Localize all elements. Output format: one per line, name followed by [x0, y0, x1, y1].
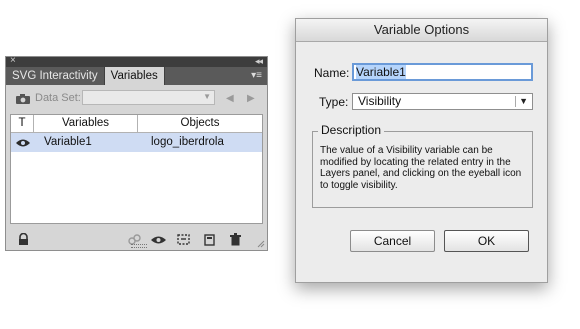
next-dataset-icon[interactable]: ▶ [247, 93, 255, 104]
resize-handle-icon[interactable] [257, 240, 265, 248]
name-input[interactable]: Variable1 [352, 63, 533, 81]
capture-dataset-icon[interactable] [176, 233, 191, 246]
lock-icon[interactable] [16, 233, 31, 246]
description-legend: Description [318, 123, 385, 137]
table-header: T Variables Objects [11, 115, 262, 133]
description-group: Description The value of a Visibility va… [312, 123, 533, 208]
panel-topbar: × ◂◂ [6, 55, 267, 67]
new-variable-icon[interactable] [202, 233, 217, 246]
column-header-objects: Objects [180, 117, 220, 129]
type-select-value: Visibility [358, 94, 402, 108]
chevron-down-icon: ▼ [519, 96, 528, 106]
panel-footer [6, 230, 267, 250]
name-input-value: Variable1 [356, 65, 406, 79]
name-label: Name: [314, 66, 350, 80]
ok-button[interactable]: OK [444, 230, 529, 252]
column-header-toggle: T [11, 115, 34, 132]
delete-icon[interactable] [228, 233, 243, 246]
object-name-cell: logo_iberdrola [151, 136, 224, 148]
variables-panel: × ◂◂ SVG Interactivity Variables ▾≡ Data… [5, 55, 268, 251]
variable-name-cell: Variable1 [44, 136, 92, 148]
select-divider [515, 96, 516, 107]
variable-options-dialog: Variable Options Name: Variable1 Type: V… [295, 18, 548, 283]
tab-svg-interactivity[interactable]: SVG Interactivity [6, 67, 105, 85]
collapse-panel-icon[interactable]: ◂◂ [255, 55, 263, 67]
close-panel-icon[interactable]: × [10, 55, 16, 67]
column-header-variables: Variables [34, 115, 138, 132]
panel-tabs: SVG Interactivity Variables ▾≡ [6, 67, 267, 85]
dialog-title: Variable Options [296, 19, 547, 42]
camera-icon[interactable] [16, 94, 30, 104]
type-label: Type: [319, 95, 349, 109]
dataset-select[interactable]: ▼ [82, 90, 215, 105]
description-text: The value of a Visibility variable can b… [320, 145, 522, 191]
cancel-button[interactable]: Cancel [350, 230, 435, 252]
dataset-row: Data Set: ▼ ◀ ▶ [6, 85, 267, 111]
table-row[interactable]: Variable1 logo_iberdrola [11, 133, 262, 152]
eye-icon [15, 139, 30, 147]
tab-variables[interactable]: Variables [104, 67, 165, 85]
dataset-label: Data Set: [35, 92, 81, 104]
type-select[interactable]: Visibility ▼ [352, 93, 533, 110]
variables-table: T Variables Objects Variable1 logo_iberd… [10, 114, 263, 224]
panel-grip[interactable] [131, 244, 147, 248]
panel-menu-icon[interactable]: ▾≡ [251, 70, 262, 82]
visibility-cell[interactable] [11, 133, 34, 152]
previous-dataset-icon[interactable]: ◀ [226, 93, 234, 104]
unbind-object-icon[interactable] [151, 233, 166, 246]
chevron-down-icon: ▼ [203, 92, 211, 101]
